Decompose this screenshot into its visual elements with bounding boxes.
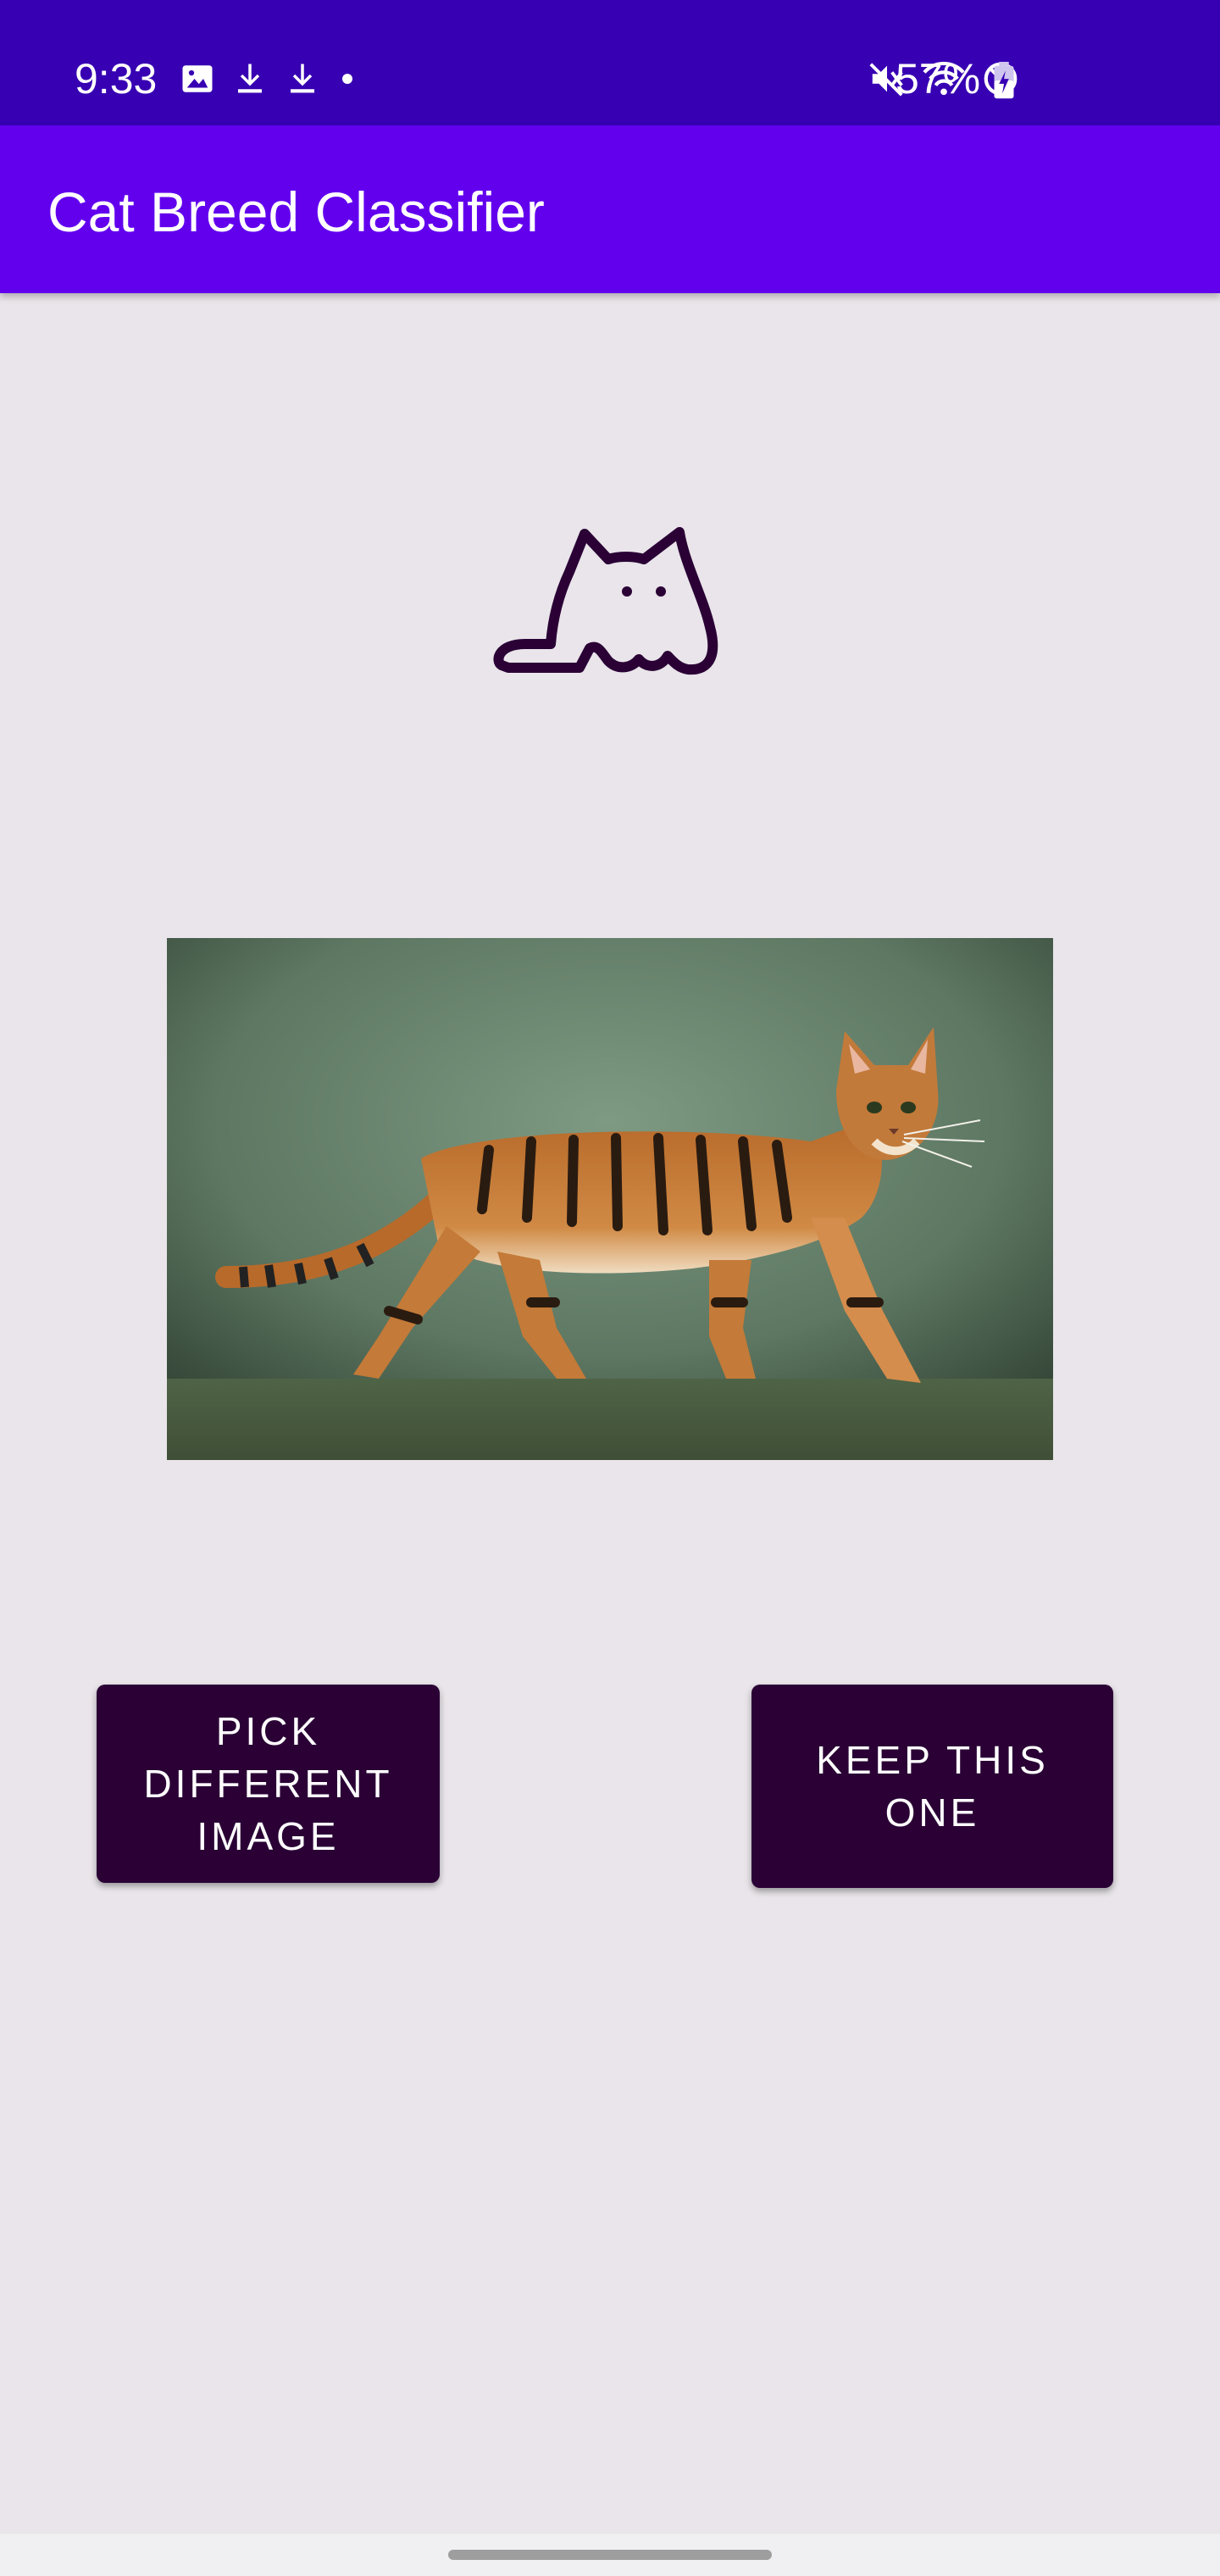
status-time: 9:33 bbox=[75, 55, 158, 103]
battery-charging-icon bbox=[994, 61, 1014, 99]
app-title: Cat Breed Classifier bbox=[47, 180, 545, 243]
download-icon bbox=[238, 64, 262, 93]
navigation-bar bbox=[0, 2534, 1220, 2576]
image-icon bbox=[182, 65, 213, 92]
tabby-cat-photo bbox=[167, 938, 1053, 1460]
pick-different-image-button[interactable]: PICK DIFFERENT IMAGE bbox=[97, 1685, 440, 1883]
status-bar: 9:33 57% bbox=[0, 0, 1220, 125]
battery-percent: 57% bbox=[896, 55, 981, 103]
download-icon bbox=[291, 64, 314, 93]
cat-logo-icon bbox=[493, 527, 718, 675]
home-gesture-handle[interactable] bbox=[448, 2550, 772, 2560]
notification-icons bbox=[180, 58, 358, 100]
keep-this-one-button[interactable]: KEEP THIS ONE bbox=[751, 1685, 1113, 1888]
app-bar: Cat Breed Classifier bbox=[0, 125, 1220, 293]
dot-icon bbox=[342, 74, 352, 84]
